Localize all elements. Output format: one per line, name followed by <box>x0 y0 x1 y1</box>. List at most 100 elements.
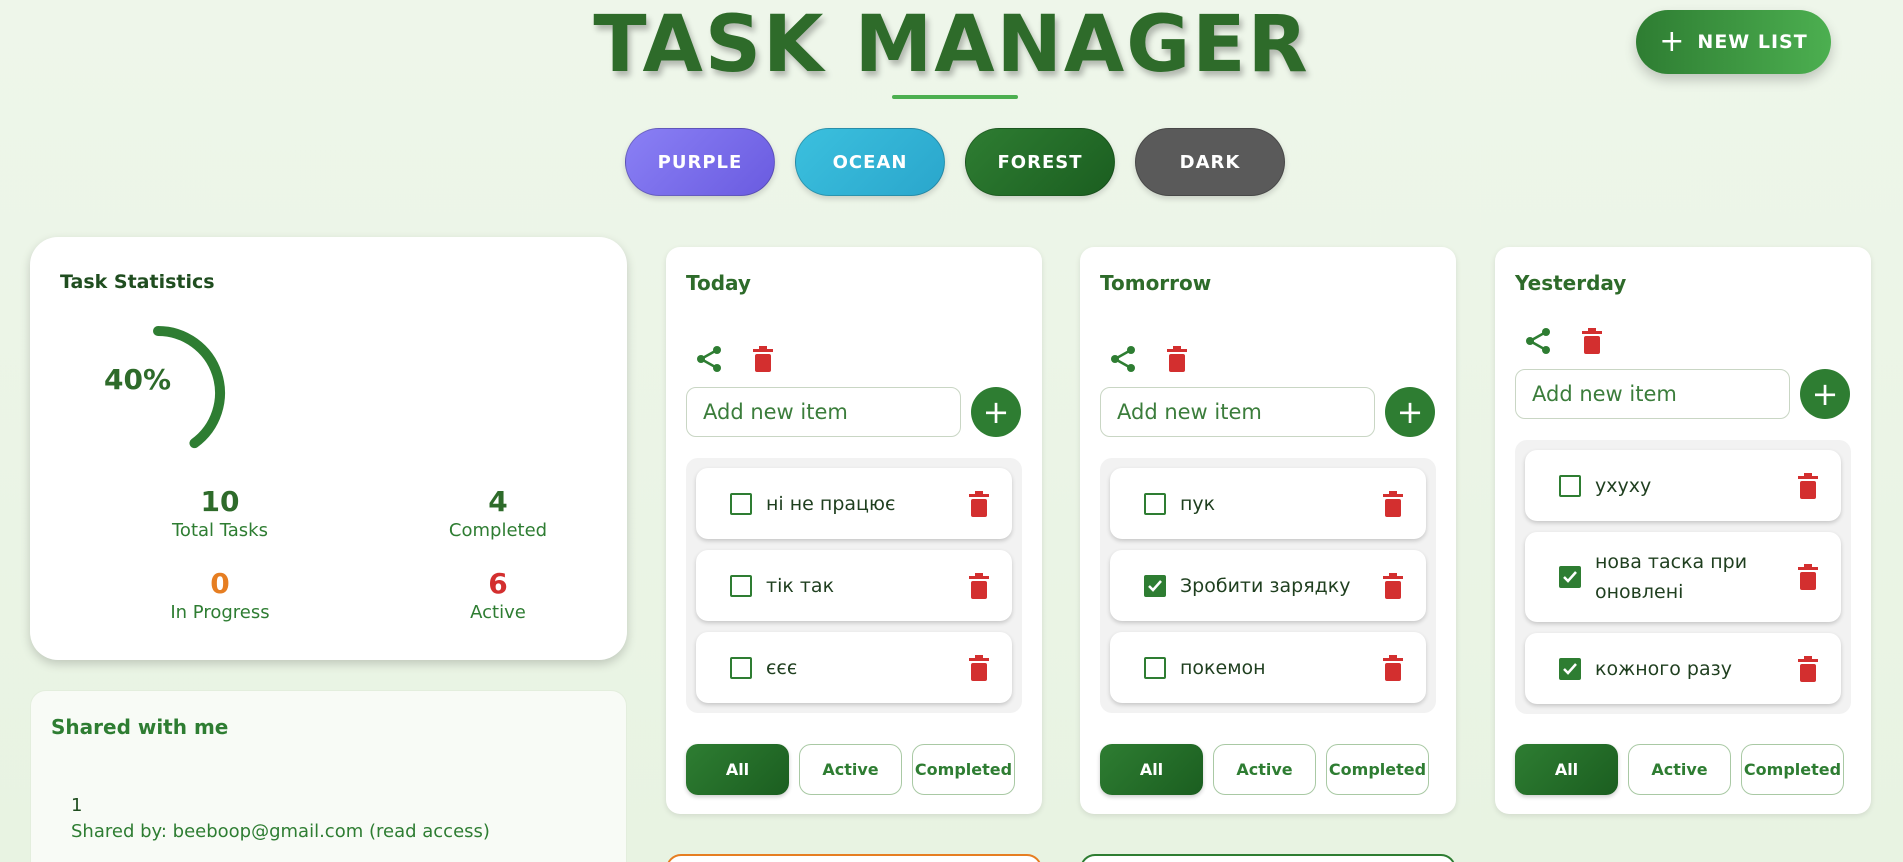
theme-ocean-button[interactable]: OCEAN <box>795 128 945 196</box>
list-card-partial <box>1080 854 1456 862</box>
shared-by-text: Shared by: beeboop@gmail.com (read acces… <box>71 821 490 842</box>
completion-percent: 40% <box>104 363 172 396</box>
item-checkbox[interactable] <box>730 492 752 515</box>
checkmark-icon <box>1148 579 1162 592</box>
in-progress-stat: 0 In Progress <box>120 567 320 623</box>
list-item: ухуху <box>1525 450 1841 521</box>
filter-completed-button[interactable]: Completed <box>1326 744 1429 795</box>
list-actions <box>1523 326 1607 356</box>
delete-list-icon[interactable] <box>748 344 778 374</box>
item-text: кожного разу <box>1595 657 1732 680</box>
theme-dark-button[interactable]: DARK <box>1135 128 1285 196</box>
filter-all-button[interactable]: All <box>1515 744 1618 795</box>
theme-purple-button[interactable]: PURPLE <box>625 128 775 196</box>
filter-row: All Active Completed <box>686 744 1015 795</box>
filter-completed-button[interactable]: Completed <box>912 744 1015 795</box>
share-icon[interactable] <box>694 344 724 374</box>
filter-all-button[interactable]: All <box>1100 744 1203 795</box>
item-checkbox[interactable] <box>1559 566 1581 588</box>
item-checkbox[interactable] <box>1144 492 1166 515</box>
add-item-input[interactable] <box>686 387 961 437</box>
task-statistics-card: Task Statistics 40% 10 Total Tasks 4 Com… <box>30 237 627 660</box>
list-item: нова таска при оновлені <box>1525 532 1841 622</box>
add-item-button[interactable]: + <box>1800 369 1850 419</box>
list-title: Yesterday <box>1515 271 1627 295</box>
delete-item-icon[interactable] <box>968 572 990 599</box>
list-item: ні не працює <box>696 468 1012 539</box>
add-item-row: + <box>686 387 1021 437</box>
filter-all-button[interactable]: All <box>686 744 789 795</box>
list-card-tomorrow: Tomorrow + пук Зробити зарядку покемон <box>1080 247 1456 814</box>
new-list-button[interactable]: + NEW LIST <box>1636 10 1831 74</box>
delete-list-icon[interactable] <box>1162 344 1192 374</box>
add-item-button[interactable]: + <box>1385 387 1435 437</box>
plus-icon: + <box>1659 24 1686 59</box>
delete-item-icon[interactable] <box>1797 472 1819 499</box>
filter-completed-button[interactable]: Completed <box>1741 744 1844 795</box>
list-actions <box>1108 344 1192 374</box>
item-checkbox[interactable] <box>1559 474 1581 497</box>
active-value: 6 <box>488 567 508 600</box>
item-text: пук <box>1180 492 1216 515</box>
filter-active-button[interactable]: Active <box>1213 744 1316 795</box>
share-icon[interactable] <box>1108 344 1138 374</box>
active-label: Active <box>470 602 526 623</box>
delete-item-icon[interactable] <box>1382 572 1404 599</box>
theme-switcher: PURPLE OCEAN FOREST DARK <box>625 128 1285 196</box>
add-item-button[interactable]: + <box>971 387 1021 437</box>
shared-list-name[interactable]: 1 <box>71 795 82 816</box>
add-item-input[interactable] <box>1100 387 1375 437</box>
items-list: ні не працює тік так єєє <box>686 458 1022 713</box>
filter-active-button[interactable]: Active <box>1628 744 1731 795</box>
new-list-label: NEW LIST <box>1697 31 1808 53</box>
theme-forest-button[interactable]: FOREST <box>965 128 1115 196</box>
list-title: Today <box>686 271 751 295</box>
list-card-yesterday: Yesterday + ухуху нова таска при оновлен… <box>1495 247 1871 814</box>
filter-row: All Active Completed <box>1100 744 1429 795</box>
add-item-row: + <box>1100 387 1435 437</box>
item-text: Зробити зарядку <box>1180 574 1351 597</box>
add-item-input[interactable] <box>1515 369 1790 419</box>
delete-item-icon[interactable] <box>1382 654 1404 681</box>
delete-item-icon[interactable] <box>968 654 990 681</box>
completed-label: Completed <box>448 520 548 541</box>
checkmark-icon <box>1563 571 1577 583</box>
delete-list-icon[interactable] <box>1577 326 1607 356</box>
item-checkbox[interactable] <box>1144 574 1166 597</box>
item-checkbox[interactable] <box>1144 656 1166 679</box>
shared-title: Shared with me <box>51 715 229 739</box>
list-item: покемон <box>1110 632 1426 703</box>
list-item: пук <box>1110 468 1426 539</box>
delete-item-icon[interactable] <box>1382 490 1404 517</box>
title-underline <box>892 95 1018 99</box>
plus-icon: + <box>1811 375 1839 413</box>
page-title: TASK MANAGER <box>593 0 1310 90</box>
total-tasks-stat: 10 Total Tasks <box>120 485 320 541</box>
list-actions <box>694 344 778 374</box>
list-item: Зробити зарядку <box>1110 550 1426 621</box>
item-text: ні не працює <box>766 492 896 515</box>
list-card-partial <box>666 854 1042 862</box>
add-item-row: + <box>1515 369 1850 419</box>
items-list: пук Зробити зарядку покемон <box>1100 458 1436 713</box>
active-stat: 6 Active <box>398 567 598 623</box>
list-item: кожного разу <box>1525 633 1841 704</box>
filter-active-button[interactable]: Active <box>799 744 902 795</box>
item-checkbox[interactable] <box>730 574 752 597</box>
in-progress-value: 0 <box>210 567 230 600</box>
completed-value: 4 <box>488 485 508 518</box>
total-tasks-value: 10 <box>200 485 240 518</box>
item-text: нова таска при оновлені <box>1595 551 1748 603</box>
item-checkbox[interactable] <box>730 656 752 679</box>
delete-item-icon[interactable] <box>1797 564 1819 590</box>
share-icon[interactable] <box>1523 326 1553 356</box>
item-text: тік так <box>766 574 835 597</box>
list-item: єєє <box>696 632 1012 703</box>
list-card-today: Today + ні не працює тік так єєє All A <box>666 247 1042 814</box>
filter-row: All Active Completed <box>1515 744 1844 795</box>
delete-item-icon[interactable] <box>968 490 990 517</box>
delete-item-icon[interactable] <box>1797 655 1819 682</box>
shared-with-me-card: Shared with me 1 Shared by: beeboop@gmai… <box>30 690 627 862</box>
item-checkbox[interactable] <box>1559 657 1581 680</box>
plus-icon: + <box>982 393 1010 431</box>
